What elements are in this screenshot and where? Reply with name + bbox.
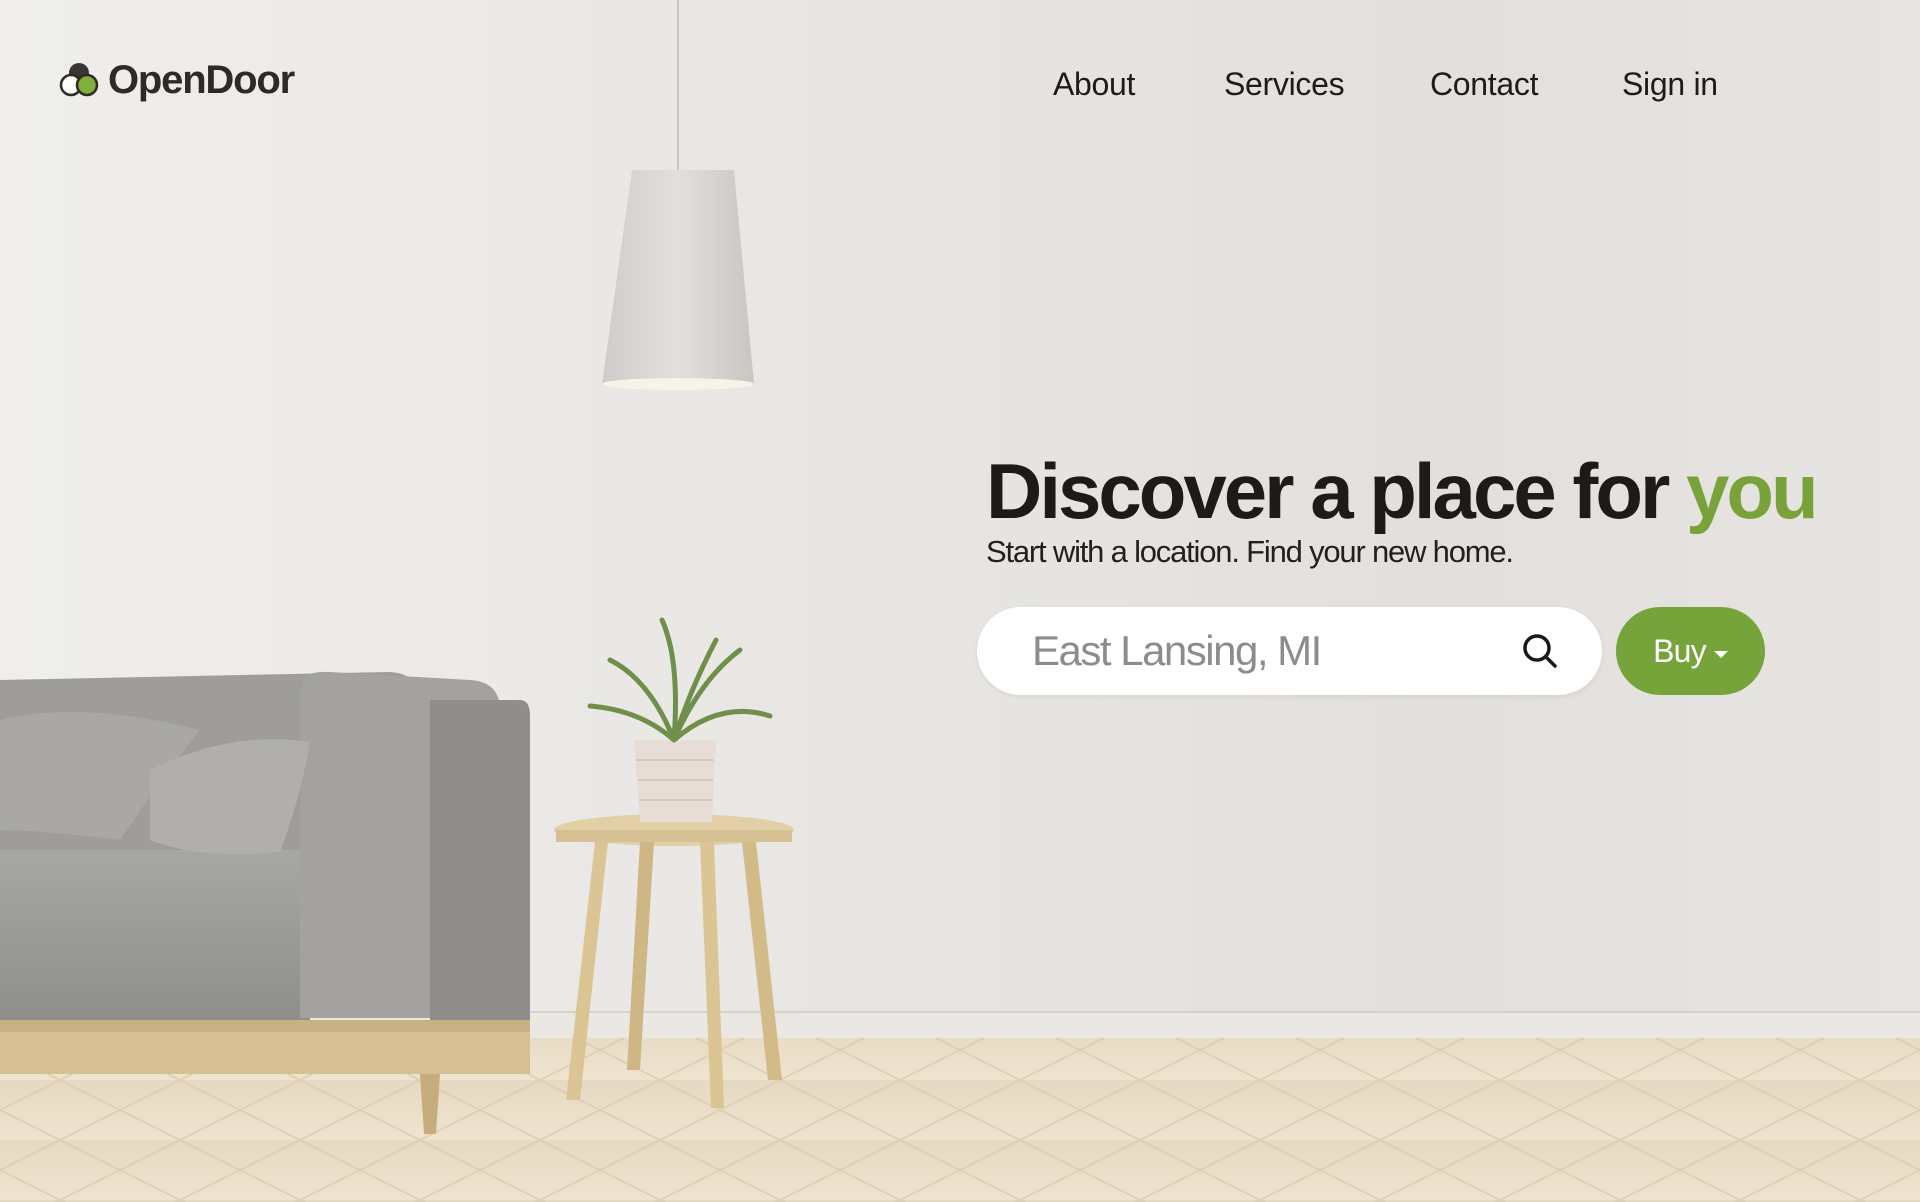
caret-down-icon — [1713, 650, 1728, 658]
hero-heading-main: Discover a place for — [986, 447, 1687, 535]
nav-contact-link[interactable]: Contact — [1430, 66, 1538, 103]
hero-background-scene — [0, 0, 1920, 1202]
landing-page: OpenDoor About Services Contact Sign in … — [0, 0, 1920, 1202]
buy-mode-dropdown-button[interactable]: Buy — [1616, 607, 1765, 695]
nav-services-link[interactable]: Services — [1224, 66, 1345, 103]
search-icon[interactable] — [1520, 631, 1560, 671]
nav-about-link[interactable]: About — [1053, 66, 1135, 103]
location-search-bar — [977, 607, 1602, 695]
location-search-input[interactable] — [1030, 626, 1504, 676]
pendant-lamp — [602, 0, 754, 390]
hero-subtitle: Start with a location. Find your new hom… — [986, 534, 1514, 569]
sofa — [0, 671, 530, 1134]
hero-heading: Discover a place for you — [986, 446, 1819, 537]
living-room-illustration — [0, 0, 1920, 1202]
potted-plant — [587, 617, 773, 822]
nav-sign-in-link[interactable]: Sign in — [1622, 66, 1718, 103]
top-navigation: About Services Contact Sign in — [0, 66, 1920, 110]
buy-button-label: Buy — [1653, 632, 1707, 669]
hero-heading-accent: you — [1686, 447, 1819, 535]
